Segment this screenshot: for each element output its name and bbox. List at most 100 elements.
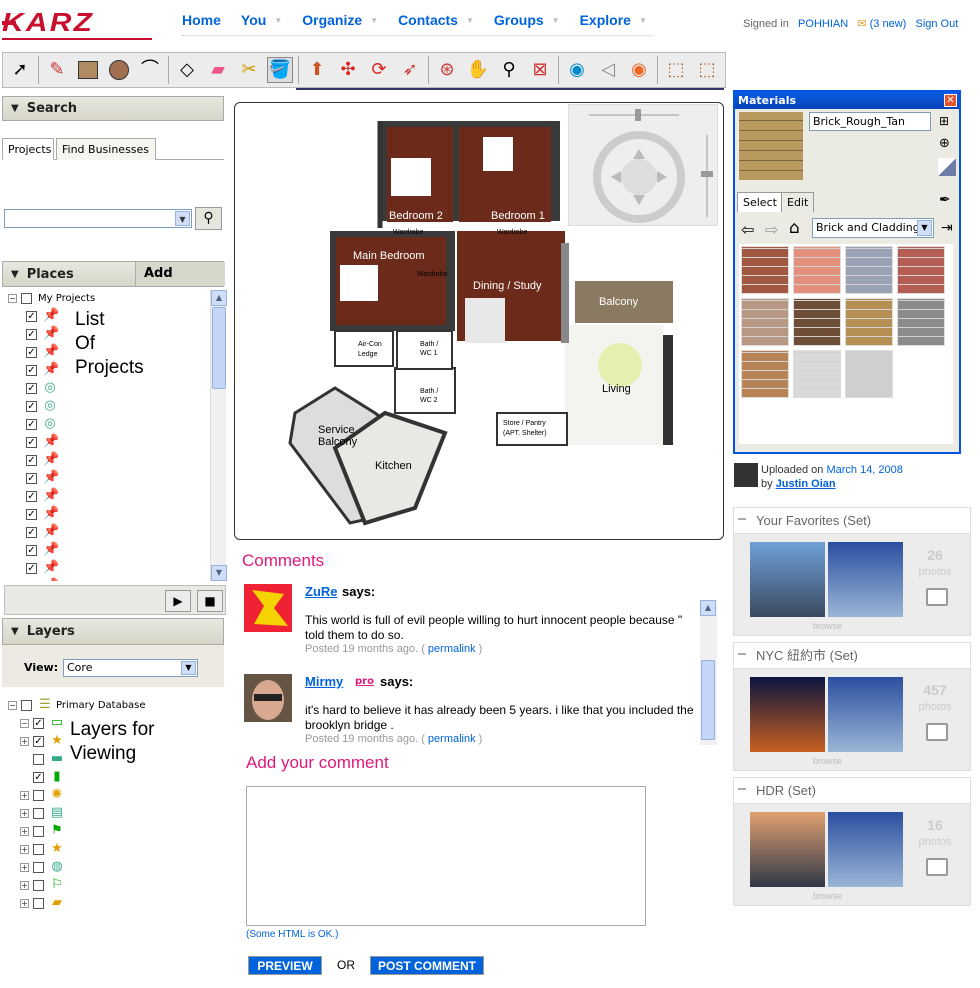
material-swatch[interactable] — [793, 246, 841, 294]
share-model-icon[interactable]: ⬚ — [694, 57, 720, 83]
previous-view-icon[interactable]: ◉ — [564, 57, 590, 83]
set-thumbnail[interactable] — [750, 542, 825, 617]
tree-checkbox[interactable]: ✓ — [26, 544, 37, 556]
tree-checkbox[interactable]: ✓ — [26, 400, 37, 412]
select-arrow-icon[interactable]: ➚ — [7, 57, 33, 83]
set-thumbnail[interactable] — [828, 812, 903, 887]
add-material-icon[interactable]: ⊕ — [939, 136, 950, 151]
back-icon[interactable]: ⇦ — [741, 220, 754, 239]
material-category-select[interactable]: Brick and Cladding ▼ — [812, 218, 934, 238]
tree-checkbox[interactable]: ✓ — [26, 382, 37, 394]
avatar[interactable] — [244, 584, 292, 632]
orbit-icon[interactable]: ⊛ — [434, 57, 460, 83]
pan-hand-icon[interactable]: ✋ — [465, 57, 491, 83]
tree-node-layer[interactable]: ▬ — [20, 750, 68, 768]
tree-node-layer[interactable]: + ★ — [20, 840, 68, 858]
view-select[interactable]: Core ▼ — [63, 659, 198, 677]
home-icon[interactable]: ⌂ — [789, 218, 800, 238]
tree-checkbox[interactable] — [33, 861, 44, 873]
tree-node-project[interactable]: ✓📌 — [26, 505, 61, 523]
close-icon[interactable]: ✕ — [944, 94, 957, 107]
mail-icon[interactable]: ✉ — [857, 18, 866, 30]
tree-checkbox[interactable] — [33, 843, 44, 855]
zoom-extents-icon[interactable]: ⊠ — [527, 57, 553, 83]
tree-checkbox[interactable]: ✓ — [26, 436, 37, 448]
tree-checkbox[interactable] — [33, 807, 44, 819]
tree-node-project[interactable]: ✓📌 — [26, 559, 61, 577]
tree-node-project[interactable]: ✓📌 — [26, 361, 61, 379]
material-swatch[interactable] — [845, 246, 893, 294]
material-swatch[interactable] — [741, 246, 789, 294]
tape-measure-icon[interactable]: ✂ — [236, 57, 262, 83]
html-ok-link[interactable]: (Some HTML is OK.) — [246, 929, 338, 940]
play-button[interactable]: ▶ — [165, 590, 191, 612]
tree-checkbox[interactable]: ✓ — [26, 508, 37, 520]
next-view-icon[interactable]: ◉ — [626, 57, 652, 83]
tree-checkbox[interactable] — [33, 879, 44, 891]
author-avatar[interactable] — [734, 463, 758, 487]
pencil-icon[interactable]: ✎ — [44, 57, 70, 83]
tree-node-layer[interactable]: + ◍ — [20, 858, 68, 876]
material-swatch[interactable] — [741, 350, 789, 398]
commenter-name-link[interactable]: ZuRe — [305, 584, 338, 599]
set-panel[interactable]: HDR (Set) 16 photos browse — [733, 777, 971, 906]
tree-checkbox[interactable]: ✓ — [26, 454, 37, 466]
tree-checkbox[interactable]: ✓ — [26, 310, 37, 322]
tree-checkbox[interactable]: ✓ — [26, 526, 37, 538]
post-comment-button[interactable]: POST COMMENT — [370, 956, 484, 975]
material-swatch[interactable] — [897, 298, 945, 346]
map-navigation-control[interactable] — [568, 104, 718, 226]
tree-checkbox[interactable] — [33, 897, 44, 909]
tree-checkbox[interactable]: ✓ — [33, 771, 44, 783]
tree-node-project[interactable]: ✓📌 — [26, 487, 61, 505]
browse-link[interactable]: browse — [750, 756, 905, 766]
material-swatch[interactable] — [741, 298, 789, 346]
avatar[interactable] — [244, 674, 292, 722]
mail-count-link[interactable]: (3 new) — [870, 18, 907, 30]
default-material-icon[interactable] — [938, 158, 956, 176]
slideshow-icon[interactable] — [926, 858, 948, 876]
search-button[interactable]: ⚲ — [195, 207, 222, 230]
layers-panel-header[interactable]: ▼ Layers — [2, 618, 224, 645]
username-link[interactable]: POHHIAN — [798, 18, 848, 30]
tree-node-layer[interactable]: ✓ ▮ — [20, 768, 68, 786]
comments-scrollbar[interactable]: ▲ — [700, 600, 717, 745]
tree-node-layer[interactable]: + ▤ — [20, 804, 68, 822]
material-swatch[interactable] — [793, 350, 841, 398]
slideshow-icon[interactable] — [926, 723, 948, 741]
tab-edit[interactable]: Edit — [781, 192, 815, 212]
tree-node-primary-database[interactable]: − ☰ Primary Database — [8, 696, 146, 714]
tree-node-project[interactable]: ✓ ◎ — [26, 397, 61, 415]
permalink-link[interactable]: permalink — [428, 643, 476, 655]
tree-checkbox[interactable]: ✓ — [26, 418, 37, 430]
tree-node-layer[interactable]: + ✓ ★ — [20, 732, 68, 750]
nav-home[interactable]: Home — [182, 10, 221, 30]
paint-bucket-icon[interactable]: 🪣 — [267, 57, 293, 83]
material-swatch[interactable] — [845, 350, 893, 398]
stop-button[interactable]: ■ — [197, 590, 223, 612]
details-arrow-icon[interactable]: ⇥ — [941, 220, 953, 236]
tree-checkbox[interactable] — [33, 753, 44, 765]
pro-badge[interactable]: pro — [355, 676, 374, 687]
rotate-icon[interactable]: ⟳ — [366, 57, 392, 83]
tree-node-layer[interactable]: + ⚑ — [20, 822, 68, 840]
tree-node-layer[interactable]: + ⚐ — [20, 876, 68, 894]
tree-checkbox[interactable]: ✓ — [33, 717, 44, 729]
nav-organize[interactable]: Organize ▼ — [302, 10, 378, 30]
tree-node-project[interactable]: ✓ ◎ — [26, 415, 61, 433]
commenter-name-link[interactable]: Mirmy — [305, 674, 343, 689]
material-swatch[interactable] — [793, 298, 841, 346]
tree-checkbox[interactable]: ✓ — [26, 346, 37, 358]
tree-node-project[interactable]: ✓📌 — [26, 343, 61, 361]
material-swatch[interactable] — [845, 298, 893, 346]
tree-node-project[interactable]: ✓📌 — [26, 451, 61, 469]
sign-out-link[interactable]: Sign Out — [915, 18, 958, 30]
circle-icon[interactable] — [106, 57, 132, 83]
tree-checkbox[interactable]: ✓ — [33, 735, 44, 747]
slideshow-icon[interactable] — [926, 588, 948, 606]
permalink-link[interactable]: permalink — [428, 733, 476, 745]
material-swatch[interactable] — [897, 246, 945, 294]
nav-contacts[interactable]: Contacts ▼ — [398, 10, 474, 30]
eraser-icon[interactable]: ▰ — [205, 57, 231, 83]
get-models-icon[interactable]: ⬚ — [663, 57, 689, 83]
